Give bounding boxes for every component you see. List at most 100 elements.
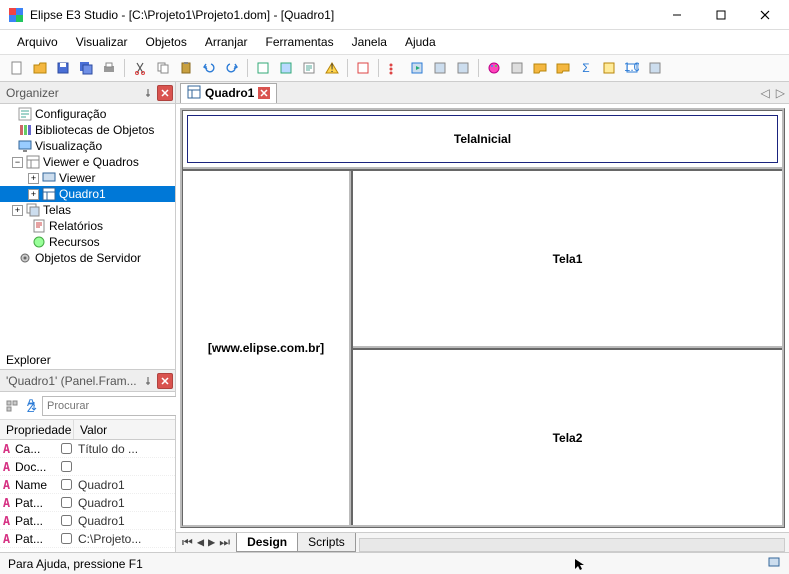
tool-d-icon[interactable]: [352, 57, 374, 79]
menu-objetos[interactable]: Objetos: [137, 32, 196, 52]
copy-icon[interactable]: [152, 57, 174, 79]
tree-node-relatorios[interactable]: Relatórios: [0, 218, 175, 234]
editor-tab-quadro1[interactable]: Quadro1: [180, 83, 277, 103]
prop-checkbox[interactable]: [61, 443, 72, 454]
minimize-button[interactable]: [655, 1, 699, 29]
frame-left[interactable]: [www.elipse.com.br]: [183, 171, 353, 525]
breakpoints-icon[interactable]: [383, 57, 405, 79]
cut-icon[interactable]: [129, 57, 151, 79]
tree-label: Viewer e Quadros: [43, 155, 139, 169]
status-bar: Para Ajuda, pressione F1: [0, 552, 789, 574]
menu-ajuda[interactable]: Ajuda: [396, 32, 445, 52]
properties-title: 'Quadro1' (Panel.Fram...: [6, 374, 139, 388]
menu-arranjar[interactable]: Arranjar: [196, 32, 257, 52]
tree-node-viewer-quadros[interactable]: − Viewer e Quadros: [0, 154, 175, 170]
nav-last-icon[interactable]: ⏭: [219, 535, 230, 550]
menu-arquivo[interactable]: Arquivo: [8, 32, 67, 52]
close-button[interactable]: [743, 1, 787, 29]
collapse-icon[interactable]: −: [12, 157, 23, 168]
number-icon[interactable]: 1.0: [621, 57, 643, 79]
prop-checkbox[interactable]: [61, 461, 72, 472]
tool-a-icon[interactable]: [252, 57, 274, 79]
tool-e-icon[interactable]: [429, 57, 451, 79]
tool-h-icon[interactable]: [529, 57, 551, 79]
tree-node-telas[interactable]: +Telas: [0, 202, 175, 218]
print-icon[interactable]: [98, 57, 120, 79]
property-row[interactable]: ACa...Título do ...: [0, 440, 175, 458]
tool-c-icon[interactable]: [298, 57, 320, 79]
prop-checkbox[interactable]: [61, 479, 72, 490]
properties-grid-header: Propriedade Valor: [0, 420, 175, 440]
tool-g-icon[interactable]: [506, 57, 528, 79]
maximize-button[interactable]: [699, 1, 743, 29]
categorize-icon[interactable]: [4, 395, 20, 417]
properties-search-input[interactable]: [42, 396, 194, 416]
tab-prev-icon[interactable]: ◁: [761, 86, 770, 100]
tool-j-icon[interactable]: [644, 57, 666, 79]
menu-ferramentas[interactable]: Ferramentas: [257, 32, 343, 52]
tree-node-recursos[interactable]: Recursos: [0, 234, 175, 250]
save-icon[interactable]: [52, 57, 74, 79]
prop-checkbox[interactable]: [61, 533, 72, 544]
redo-icon[interactable]: [221, 57, 243, 79]
new-icon[interactable]: [6, 57, 28, 79]
organizer-close-icon[interactable]: [157, 85, 173, 101]
tool-i-icon[interactable]: [552, 57, 574, 79]
config-icon: [18, 107, 32, 121]
frameset[interactable]: TelaInicial [www.elipse.com.br] Tela1 Te…: [180, 108, 785, 528]
paste-icon[interactable]: [175, 57, 197, 79]
nav-next-icon[interactable]: ▶: [208, 535, 215, 550]
expand-icon[interactable]: +: [12, 205, 23, 216]
bottom-tab-scripts[interactable]: Scripts: [297, 533, 356, 552]
tree-label: Configuração: [35, 107, 106, 121]
organizer-title: Organizer: [6, 86, 139, 100]
run-icon[interactable]: [406, 57, 428, 79]
resources-icon: [32, 235, 46, 249]
tree-node-servidor[interactable]: Objetos de Servidor: [0, 250, 175, 266]
open-icon[interactable]: [29, 57, 51, 79]
properties-panel: 'Quadro1' (Panel.Fram... AZ Propriedade …: [0, 369, 175, 552]
frame-tela2[interactable]: Tela2: [353, 350, 782, 525]
frame-telainicial[interactable]: TelaInicial: [187, 115, 778, 163]
menu-janela[interactable]: Janela: [343, 32, 396, 52]
sort-az-icon[interactable]: AZ: [23, 395, 39, 417]
property-row[interactable]: APat...C:\Projeto...: [0, 530, 175, 548]
property-row[interactable]: APat...Quadro1: [0, 512, 175, 530]
sigma-icon[interactable]: Σ: [575, 57, 597, 79]
design-canvas[interactable]: TelaInicial [www.elipse.com.br] Tela1 Te…: [176, 104, 789, 532]
horizontal-scrollbar[interactable]: [359, 538, 785, 552]
tree-node-biblio[interactable]: Bibliotecas de Objetos: [0, 122, 175, 138]
bottom-tab-design[interactable]: Design: [236, 533, 298, 552]
expand-icon[interactable]: +: [28, 189, 39, 200]
nav-first-icon[interactable]: ⏮: [182, 535, 193, 550]
properties-close-icon[interactable]: [157, 373, 173, 389]
tool-f-icon[interactable]: [452, 57, 474, 79]
warning-icon[interactable]: !: [321, 57, 343, 79]
tab-next-icon[interactable]: ▷: [776, 86, 785, 100]
tool-b-icon[interactable]: [275, 57, 297, 79]
window-title: Elipse E3 Studio - [C:\Projeto1\Projeto1…: [30, 8, 655, 22]
prop-checkbox[interactable]: [61, 515, 72, 526]
pin-icon[interactable]: [140, 373, 156, 389]
nav-prev-icon[interactable]: ◀: [197, 535, 204, 550]
book-icon[interactable]: [598, 57, 620, 79]
property-row[interactable]: ADoc...: [0, 458, 175, 476]
property-row[interactable]: APat...Quadro1: [0, 494, 175, 512]
display-icon: [18, 139, 32, 153]
menu-visualizar[interactable]: Visualizar: [67, 32, 137, 52]
expand-icon[interactable]: +: [28, 173, 39, 184]
status-indicator-icon: [767, 555, 781, 572]
tree-node-viewer[interactable]: +Viewer: [0, 170, 175, 186]
property-row[interactable]: ANameQuadro1: [0, 476, 175, 494]
save-all-icon[interactable]: [75, 57, 97, 79]
undo-icon[interactable]: [198, 57, 220, 79]
palette-icon[interactable]: [483, 57, 505, 79]
frame-tela1[interactable]: Tela1: [353, 171, 782, 350]
prop-checkbox[interactable]: [61, 497, 72, 508]
tree-node-config[interactable]: Configuração: [0, 106, 175, 122]
tree-node-quadro1[interactable]: +Quadro1: [0, 186, 175, 202]
pin-icon[interactable]: [140, 85, 156, 101]
tab-close-icon[interactable]: [258, 87, 270, 99]
tree-node-visual[interactable]: Visualização: [0, 138, 175, 154]
frame-icon: [187, 85, 201, 102]
